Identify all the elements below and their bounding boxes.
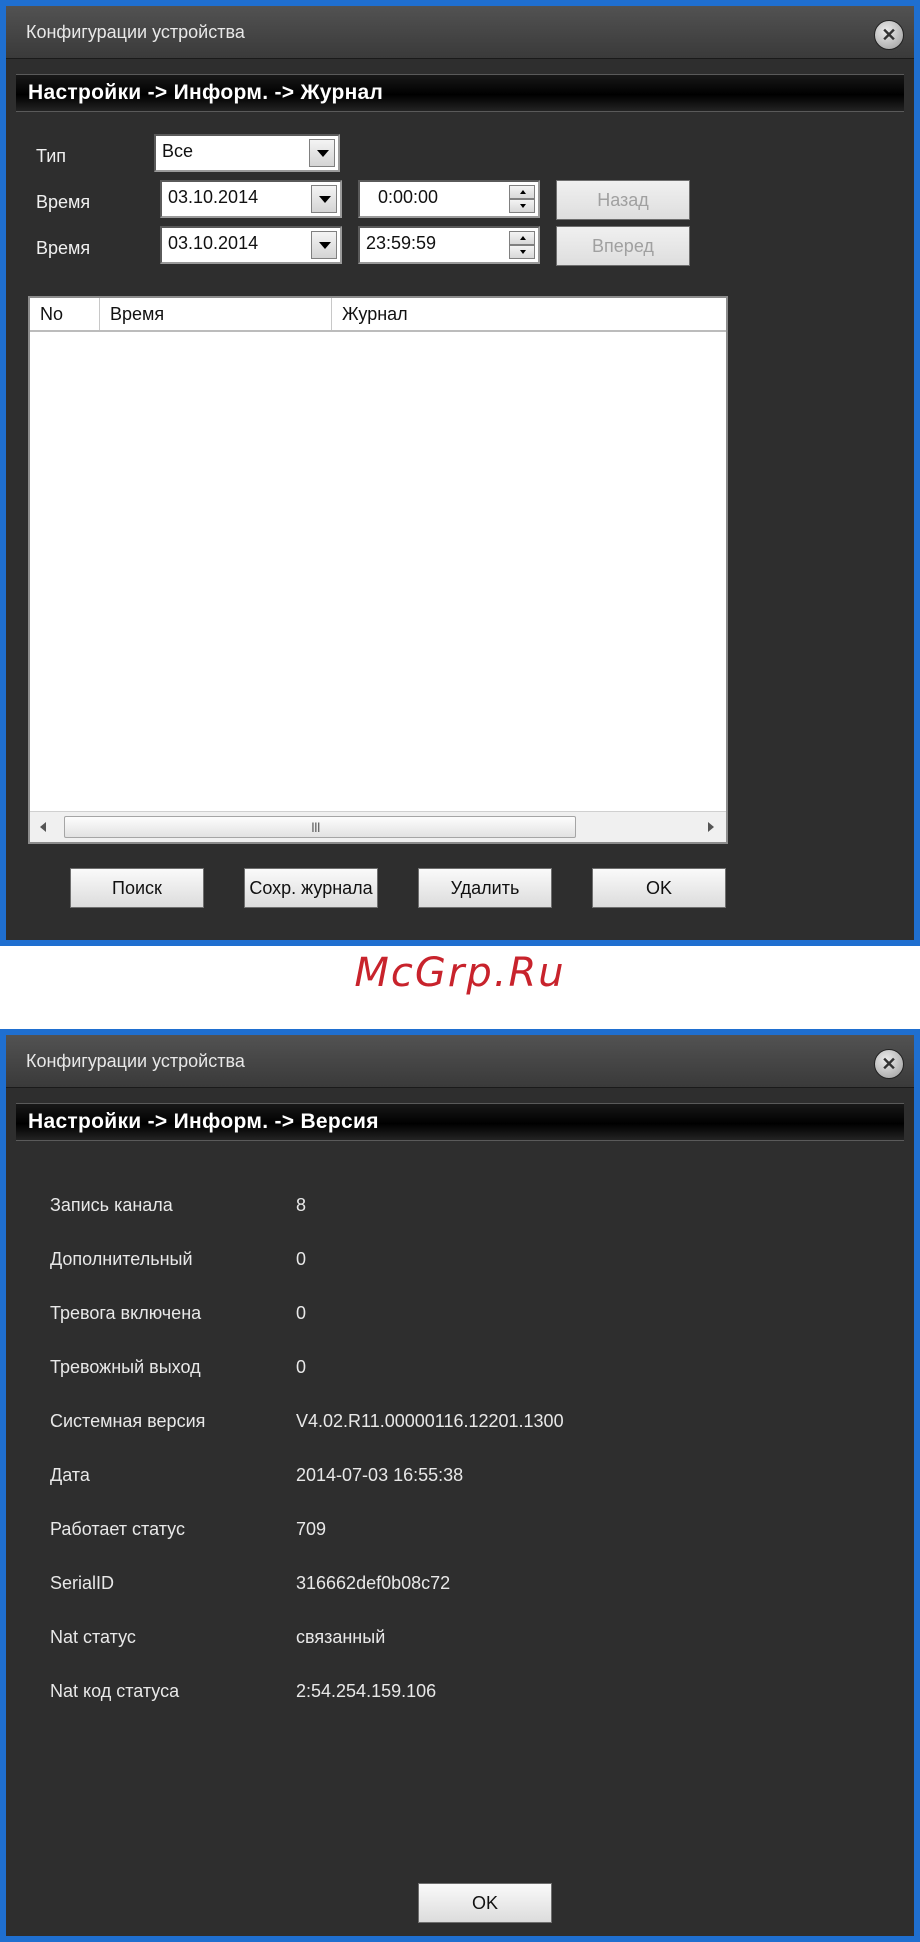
type-label: Тип [36,146,67,166]
breadcrumb-path: Настройки -> Информ. -> Версия [28,1110,379,1133]
spin-up-icon[interactable] [509,231,535,245]
column-header-log[interactable]: Журнал [332,298,726,330]
title-bar: Конфигурации устройства ✕ [6,6,914,59]
info-value: 316662def0b08c72 [296,1573,451,1593]
scroll-right-icon[interactable] [696,812,726,842]
spin-up-icon[interactable] [509,185,535,199]
info-value: 8 [296,1195,307,1215]
end-date-value: 03.10.2014 [168,233,259,253]
type-dropdown-value: Все [162,141,194,161]
info-label: Тревога включена [50,1303,202,1323]
info-label: Тревожный выход [50,1357,201,1377]
window-title: Конфигурации устройства [26,22,245,42]
info-label: Системная версия [50,1411,206,1431]
breadcrumb-path: Настройки -> Информ. -> Журнал [28,81,384,104]
start-time-stepper[interactable]: 0:00:00 [358,180,540,218]
info-label: Дополнительный [50,1249,193,1269]
chevron-down-icon[interactable] [311,231,337,259]
horizontal-scrollbar[interactable]: III [30,811,726,842]
start-date-value: 03.10.2014 [168,187,259,207]
info-label: Nat код статуса [50,1681,180,1701]
start-date-picker[interactable]: 03.10.2014 [160,180,342,218]
info-label: Дата [50,1465,90,1485]
chevron-down-icon[interactable] [309,139,335,167]
window-title: Конфигурации устройства [26,1051,245,1071]
column-header-no[interactable]: No [30,298,100,330]
log-config-window: Конфигурации устройства ✕ Настройки -> И… [0,0,920,946]
start-time-value: 0:00:00 [378,187,439,207]
spin-down-icon[interactable] [509,199,535,213]
info-label: Nat статус [50,1627,136,1647]
delete-button[interactable]: Удалить [418,868,552,908]
scroll-left-icon[interactable] [30,812,60,842]
info-value: 2:54.254.159.106 [296,1681,437,1701]
version-config-window: Конфигурации устройства ✕ Настройки -> И… [0,1029,920,1942]
watermark: McGrp.Ru [354,950,566,996]
info-value: 0 [296,1249,307,1269]
close-icon[interactable]: ✕ [874,1049,904,1079]
info-label: Запись канала [50,1195,173,1215]
info-value: 0 [296,1357,307,1377]
breadcrumb: Настройки -> Информ. -> Версия [16,1103,904,1141]
info-value: 0 [296,1303,307,1323]
end-date-picker[interactable]: 03.10.2014 [160,226,342,264]
info-value: V4.02.R11.00000116.12201.1300 [296,1411,564,1431]
log-table[interactable]: No Время Журнал III [28,296,728,844]
type-dropdown[interactable]: Все [154,134,340,172]
save-log-button[interactable]: Сохр. журнала [244,868,378,908]
info-value: 2014-07-03 16:55:38 [296,1465,464,1485]
end-time-label: Время [36,238,91,258]
info-label: Работает статус [50,1519,185,1539]
close-icon[interactable]: ✕ [874,20,904,50]
column-header-time[interactable]: Время [100,298,332,330]
end-time-value: 23:59:59 [366,233,437,253]
spin-down-icon[interactable] [509,245,535,259]
back-button[interactable]: Назад [556,180,690,220]
end-time-stepper[interactable]: 23:59:59 [358,226,540,264]
start-time-label: Время [36,192,91,212]
spin-buttons[interactable] [509,185,535,213]
ok-button[interactable]: OK [592,868,726,908]
info-label: SerialID [50,1573,115,1593]
scrollbar-thumb[interactable]: III [64,816,576,838]
info-value: 709 [296,1519,327,1539]
chevron-down-icon[interactable] [311,185,337,213]
ok-button[interactable]: OK [418,1883,552,1923]
title-bar: Конфигурации устройства ✕ [6,1035,914,1088]
scrollbar-grip: III [311,819,321,835]
forward-button[interactable]: Вперед [556,226,690,266]
info-value: связанный [296,1627,386,1647]
breadcrumb: Настройки -> Информ. -> Журнал [16,74,904,112]
search-button[interactable]: Поиск [70,868,204,908]
spin-buttons[interactable] [509,231,535,259]
table-header: No Время Журнал [30,298,726,332]
